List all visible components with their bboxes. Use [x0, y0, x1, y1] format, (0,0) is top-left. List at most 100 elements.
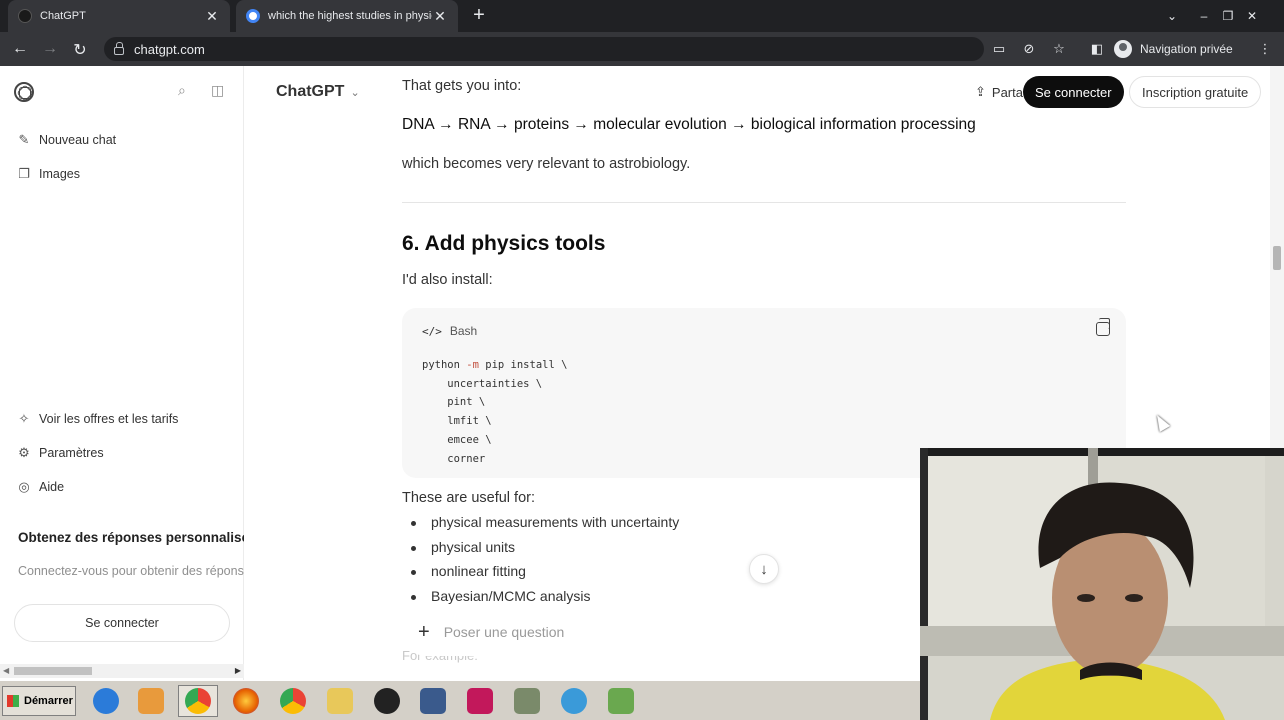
cube-app-icon[interactable]	[413, 685, 453, 717]
scrollbar-thumb[interactable]	[14, 667, 92, 675]
sidebar-item-pricing[interactable]: ✧ Voir les offres et les tarifs	[16, 411, 179, 427]
app-glyph	[93, 688, 119, 714]
upload-icon: ⇪	[975, 84, 986, 99]
app-glyph	[233, 688, 259, 714]
paragraph: That gets you into:	[402, 78, 522, 94]
app-glyph	[280, 688, 306, 714]
new-tab-button[interactable]: +	[468, 4, 490, 27]
composer-placeholder[interactable]: Poser une question	[444, 624, 565, 640]
url-bar[interactable]: chatgpt.com	[104, 37, 984, 61]
login-button[interactable]: Se connecter	[1023, 76, 1124, 108]
obs-icon[interactable]	[367, 685, 407, 717]
recorder-icon[interactable]	[460, 685, 500, 717]
app-glyph	[608, 688, 634, 714]
firefox-icon[interactable]	[226, 685, 266, 717]
edit-icon: ✎	[18, 132, 30, 147]
code-line: lmfit \	[422, 415, 492, 428]
tab-chatgpt[interactable]: ChatGPT ✕	[8, 0, 230, 32]
openai-favicon-icon	[18, 9, 32, 23]
media-player-icon[interactable]	[131, 685, 171, 717]
tab-search-chevron-icon[interactable]: ⌄	[1160, 9, 1184, 23]
chrome-icon[interactable]	[273, 685, 313, 717]
code-line: uncertainties \	[422, 377, 543, 390]
start-label: Démarrer	[24, 695, 73, 707]
eye-off-icon[interactable]: ⊘	[1020, 41, 1038, 57]
share-button[interactable]: ⇪ Partager	[975, 84, 1023, 100]
reload-icon[interactable]: ↻	[70, 40, 90, 60]
sidebar-item-label: Images	[39, 167, 80, 181]
tab-title: ChatGPT	[40, 10, 86, 22]
sidebar-item-label: Paramètres	[39, 446, 104, 460]
code-flag: -m	[466, 359, 479, 371]
internet-explorer-icon[interactable]	[86, 685, 126, 717]
scroll-right-icon[interactable]: ▶	[235, 666, 241, 675]
image-app-icon[interactable]	[507, 685, 547, 717]
app-glyph	[467, 688, 493, 714]
app-glyph	[374, 688, 400, 714]
divider	[402, 202, 1126, 203]
incognito-avatar-icon	[1114, 40, 1132, 58]
sidebar-item-label: Nouveau chat	[39, 133, 117, 147]
list-item: nonlinear fitting	[402, 563, 679, 588]
sparkle-icon: ✧	[18, 411, 30, 426]
folder-icon[interactable]	[320, 685, 360, 717]
code-icon: </>	[422, 324, 442, 338]
app-glyph	[327, 688, 353, 714]
tab-title: which the highest studies in physics	[268, 10, 432, 22]
code-line: corner	[422, 452, 486, 465]
share-label: Partager	[991, 84, 1023, 100]
start-button[interactable]: Démarrer	[2, 686, 76, 716]
sidebar-item-help[interactable]: ◎ Aide	[16, 479, 64, 495]
sidebar-item-images[interactable]: ❐ Images	[16, 166, 80, 182]
window-controls: ⌄ – ❐ ✕	[1160, 0, 1264, 32]
sidebar-toggle-icon[interactable]: ◫	[211, 82, 224, 99]
paragraph: which becomes very relevant to astrobiol…	[402, 156, 691, 172]
minimize-icon[interactable]: –	[1192, 9, 1216, 23]
forward-arrow-icon[interactable]: →	[40, 40, 60, 58]
chart-app-icon[interactable]	[601, 685, 641, 717]
scroll-down-button[interactable]: ↓	[749, 554, 779, 584]
chatgpt-logo-icon[interactable]	[14, 82, 34, 102]
copy-icon[interactable]	[1096, 318, 1110, 336]
code-language-label: Bash	[449, 324, 478, 338]
lock-icon	[114, 42, 124, 55]
sidebar-item-new-chat[interactable]: ✎ Nouveau chat	[16, 132, 117, 148]
app-glyph	[420, 688, 446, 714]
sidebar-login-button[interactable]: Se connecter	[14, 604, 230, 642]
webcam-overlay	[920, 448, 1284, 720]
incognito-profile[interactable]: Navigation privée	[1114, 38, 1233, 60]
code-line: pint \	[422, 396, 486, 409]
bullet-list: physical measurements with uncertainty p…	[402, 514, 679, 612]
scroll-left-icon[interactable]: ◀	[3, 666, 9, 675]
close-window-icon[interactable]: ✕	[1240, 9, 1264, 23]
search-icon[interactable]: ⌕	[178, 82, 186, 99]
close-tab-icon[interactable]: ✕	[432, 8, 448, 25]
promo-title: Obtenez des réponses personnalisées	[18, 530, 244, 545]
cloud-app-icon[interactable]	[554, 685, 594, 717]
menu-icon[interactable]: ⋮	[1256, 41, 1274, 57]
close-tab-icon[interactable]: ✕	[204, 8, 220, 25]
paragraph: I'd also install:	[402, 272, 493, 288]
sidebar-item-settings[interactable]: ⚙ Paramètres	[16, 445, 104, 461]
url-text: chatgpt.com	[134, 41, 205, 57]
back-arrow-icon[interactable]: ←	[10, 40, 30, 58]
horizontal-scrollbar[interactable]: ◀ ▶	[0, 664, 244, 678]
signup-button[interactable]: Inscription gratuite	[1129, 76, 1262, 108]
sidepanel-icon[interactable]: ◧	[1088, 41, 1106, 57]
help-icon: ◎	[18, 479, 30, 494]
code-line: emcee \	[422, 433, 492, 446]
model-selector[interactable]: ChatGPT ⌄	[276, 83, 360, 101]
chevron-down-icon: ⌄	[350, 87, 360, 99]
windows-logo-icon	[7, 695, 19, 707]
app-glyph	[138, 688, 164, 714]
star-icon[interactable]: ☆	[1050, 41, 1068, 57]
list-item: physical units	[402, 539, 679, 564]
restore-icon[interactable]: ❐	[1216, 9, 1240, 23]
plus-icon[interactable]: +	[418, 621, 430, 644]
clipboard-icon[interactable]: ▭	[990, 41, 1008, 57]
webcam-feed	[920, 448, 1284, 720]
promo-text: Connectez-vous pour obtenir des réponses	[18, 564, 244, 578]
tab-search[interactable]: which the highest studies in physics ✕	[236, 0, 458, 32]
scrollbar-thumb[interactable]	[1273, 246, 1281, 270]
chrome-icon[interactable]	[178, 685, 218, 717]
